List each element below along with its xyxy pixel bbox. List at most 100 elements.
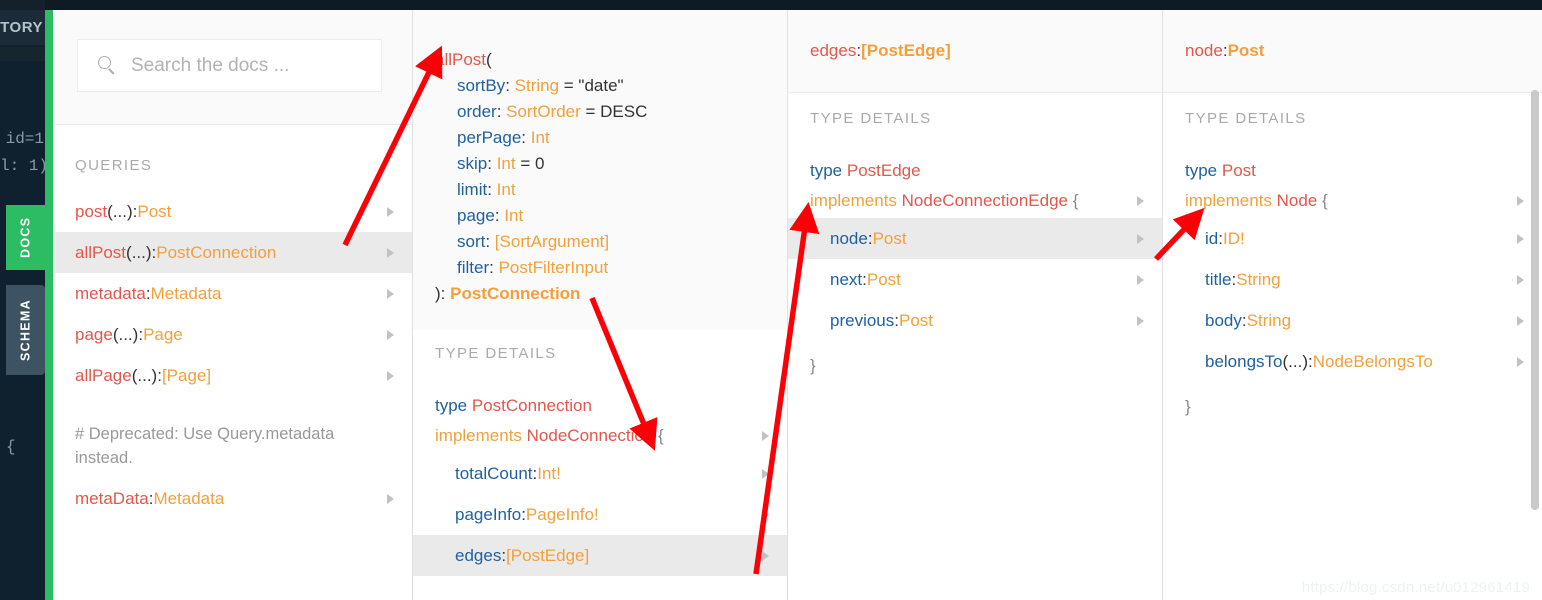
- field-row-id[interactable]: id: ID!: [1163, 218, 1542, 259]
- chevron-right-icon: [1517, 233, 1524, 244]
- field-name: next: [830, 269, 863, 289]
- field-type: NodeBelongsTo: [1312, 351, 1433, 371]
- field-row-node[interactable]: node: Post: [788, 218, 1162, 259]
- field-name: title: [1205, 269, 1232, 289]
- list-item-metaData[interactable]: metaData: Metadata: [53, 478, 412, 519]
- field-name: id: [1205, 228, 1219, 248]
- type-declaration-3: type PostEdge: [810, 161, 921, 180]
- history-tab-underline: [0, 47, 45, 61]
- chevron-right-icon: [387, 329, 394, 340]
- field-type: [PostEdge]: [861, 41, 951, 60]
- interface-name: NodeConnection: [526, 426, 654, 445]
- history-tab-label: TORY: [0, 19, 43, 36]
- chevron-right-icon: [1517, 315, 1524, 326]
- search-icon: [98, 56, 117, 75]
- field-row-totalCount[interactable]: totalCount: Int!: [413, 453, 787, 494]
- chevron-right-icon: [1137, 196, 1144, 206]
- field-type: Post: [899, 310, 934, 330]
- graphiql-docs-screenshot: TORY id=1 l: 1) { DOCS SCHEMA Search the…: [0, 0, 1542, 600]
- field-row-previous[interactable]: previous: Post: [788, 300, 1162, 341]
- implements-row-4[interactable]: implements Node {: [1163, 184, 1542, 218]
- field-name: metadata: [75, 283, 146, 303]
- arg-default: = "date": [559, 76, 624, 95]
- chevron-right-icon: [387, 370, 394, 381]
- field-name: belongsTo: [1205, 351, 1283, 371]
- field-type: Metadata: [150, 283, 222, 303]
- field-type: PostConnection: [156, 242, 277, 262]
- field-row-next[interactable]: next: Post: [788, 259, 1162, 300]
- vertical-scrollbar[interactable]: [1531, 90, 1539, 510]
- list-item-page[interactable]: page (...): Page: [53, 314, 412, 355]
- editor-code-line-3: {: [6, 438, 16, 456]
- type-name: PostEdge: [846, 161, 921, 180]
- arg-name: sortBy: [457, 76, 506, 95]
- field-row-title[interactable]: title: String: [1163, 259, 1542, 300]
- field-row-edges[interactable]: edges: [PostEdge]: [413, 535, 787, 576]
- field-row-belongsTo[interactable]: belongsTo (...): NodeBelongsTo: [1163, 341, 1542, 382]
- docs-column-edges: edges: [PostEdge] TYPE DETAILS type Post…: [788, 10, 1163, 600]
- chevron-right-icon: [1137, 315, 1144, 326]
- documentation-explorer: Search the docs ... QUERIES post (...): P…: [53, 10, 1542, 600]
- arg-name: perPage: [457, 128, 522, 147]
- field-type: PageInfo!: [525, 504, 599, 524]
- field-name: pageInfo: [455, 504, 522, 524]
- field-type: Int!: [537, 463, 561, 483]
- chevron-right-icon: [387, 206, 394, 217]
- arg-type: [SortArgument]: [494, 232, 610, 251]
- field-row-body[interactable]: body: String: [1163, 300, 1542, 341]
- editor-topbar: [0, 0, 45, 10]
- field-type: Post: [872, 228, 907, 248]
- arg-type: Int: [504, 206, 524, 225]
- chevron-right-icon: [387, 493, 394, 504]
- chevron-right-icon: [1517, 274, 1524, 285]
- arg-name: skip: [457, 154, 488, 173]
- chevron-right-icon: [1137, 274, 1144, 285]
- list-item-allPost[interactable]: allPost (...): PostConnection: [53, 232, 412, 273]
- field-name: edges: [810, 41, 857, 60]
- field-name: edges: [455, 545, 502, 565]
- arg-type: SortOrder: [506, 102, 581, 121]
- list-item-metadata[interactable]: metadata: Metadata: [53, 273, 412, 314]
- arg-type: Int: [530, 128, 550, 147]
- chevron-right-icon: [762, 431, 769, 441]
- field-type: ID!: [1222, 228, 1245, 248]
- field-name: allPost: [75, 242, 127, 262]
- search-input[interactable]: Search the docs ...: [77, 39, 382, 92]
- field-name: node: [1185, 41, 1223, 60]
- tab-schema[interactable]: SCHEMA: [6, 285, 45, 375]
- field-signature-allPost: allPost( sortBy: String = "date" order: …: [435, 50, 648, 303]
- signature-fn-name: allPost: [435, 50, 487, 69]
- arg-name: limit: [457, 180, 488, 199]
- chevron-right-icon: [762, 550, 769, 561]
- type-details-title-2: TYPE DETAILS: [435, 345, 557, 362]
- docs-column-queries: Search the docs ... QUERIES post (...): P…: [53, 10, 413, 600]
- field-name: totalCount: [455, 463, 533, 483]
- field-type: Post: [1227, 41, 1265, 60]
- chevron-right-icon: [762, 509, 769, 520]
- editor-code-line-2: l: 1): [0, 157, 45, 175]
- list-item-post[interactable]: post (...): Post: [53, 191, 412, 232]
- search-placeholder: Search the docs ...: [131, 54, 290, 76]
- field-name: body: [1205, 310, 1242, 330]
- arg-type: String: [514, 76, 560, 95]
- field-name: allPage: [75, 365, 132, 385]
- queries-section-title: QUERIES: [75, 157, 153, 174]
- field-type: Post: [137, 201, 172, 221]
- chevron-right-icon: [1517, 196, 1524, 206]
- docs-header-node: node: Post: [1163, 10, 1542, 93]
- type-declaration-4: type Post: [1185, 161, 1256, 180]
- list-item-allPage[interactable]: allPage (...): [Page]: [53, 355, 412, 396]
- arg-name: order: [457, 102, 497, 121]
- implements-row-2[interactable]: implements NodeConnection {: [413, 419, 787, 453]
- field-row-pageInfo[interactable]: pageInfo: PageInfo!: [413, 494, 787, 535]
- arg-name: sort: [457, 232, 486, 251]
- field-type: [PostEdge]: [506, 545, 590, 565]
- signature-return-type: PostConnection: [450, 284, 581, 303]
- tab-docs[interactable]: DOCS: [6, 205, 45, 270]
- implements-row-3[interactable]: implements NodeConnectionEdge {: [788, 184, 1162, 218]
- docs-header-edges: edges: [PostEdge]: [788, 10, 1162, 93]
- close-brace-4: }: [1185, 397, 1191, 416]
- field-name: node: [830, 228, 868, 248]
- field-type: String: [1236, 269, 1281, 289]
- arg-default: = DESC: [580, 102, 648, 121]
